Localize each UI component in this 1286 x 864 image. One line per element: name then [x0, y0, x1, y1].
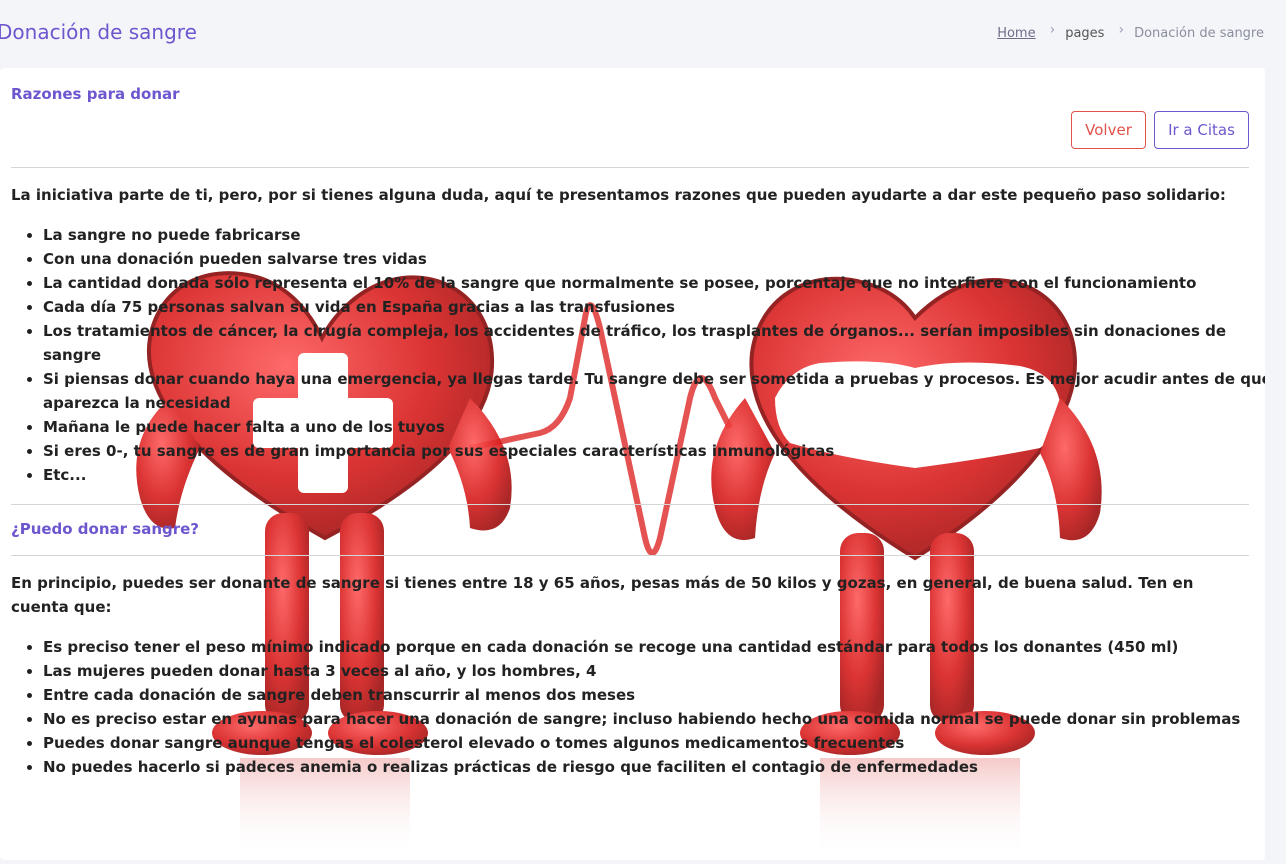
list-item: Con una donación pueden salvarse tres vi… [43, 247, 1265, 271]
requirements-list: Es preciso tener el peso mínimo indicado… [11, 635, 1265, 779]
breadcrumb-home-link[interactable]: Home [997, 26, 1035, 41]
list-item: Los tratamientos de cáncer, la cirugía c… [43, 319, 1265, 367]
page-title: Donación de sangre [0, 20, 197, 44]
section-title-reasons: Razones para donar [11, 85, 180, 103]
list-item: Si eres 0-, tu sangre es de gran importa… [43, 439, 1265, 463]
list-item: Entre cada donación de sangre deben tran… [43, 683, 1265, 707]
list-item: Mañana le puede hacer falta a uno de los… [43, 415, 1265, 439]
can-donate-intro: En principio, puedes ser donante de sang… [11, 574, 1194, 616]
divider [11, 167, 1249, 168]
list-item: Es preciso tener el peso mínimo indicado… [43, 635, 1265, 659]
reasons-list: La sangre no puede fabricarse Con una do… [11, 223, 1265, 487]
list-item: Cada día 75 personas salvan su vida en E… [43, 295, 1265, 319]
section-title-can-i-donate: ¿Puedo donar sangre? [11, 520, 200, 538]
top-bar: Donación de sangre Home › pages › Donaci… [0, 0, 1286, 68]
list-item: La sangre no puede fabricarse [43, 223, 1265, 247]
breadcrumb: Home › pages › Donación de sangre [997, 22, 1264, 41]
content: Razones para donar Volver Ir a Citas La … [0, 68, 1265, 860]
list-item: Puedes donar sangre aunque tengas el col… [43, 731, 1265, 755]
chevron-right-icon: › [1118, 22, 1125, 38]
go-to-appointments-button[interactable]: Ir a Citas [1154, 111, 1249, 149]
list-item: Etc... [43, 463, 1265, 487]
list-item: La cantidad donada sólo representa el 10… [43, 271, 1265, 295]
reasons-intro: La iniciativa parte de ti, pero, por si … [11, 186, 1226, 204]
scrollbar-track[interactable] [1265, 68, 1286, 864]
breadcrumb-current: Donación de sangre [1134, 25, 1264, 41]
list-item: Si piensas donar cuando haya una emergen… [43, 367, 1265, 415]
list-item: Las mujeres pueden donar hasta 3 veces a… [43, 659, 1265, 683]
breadcrumb-pages: pages [1065, 25, 1105, 41]
chevron-right-icon: › [1049, 22, 1056, 38]
content-card: Razones para donar Volver Ir a Citas La … [0, 68, 1265, 860]
divider [11, 555, 1249, 556]
divider [11, 504, 1249, 505]
back-button[interactable]: Volver [1071, 111, 1146, 149]
list-item: No es preciso estar en ayunas para hacer… [43, 707, 1265, 731]
list-item: No puedes hacerlo si padeces anemia o re… [43, 755, 1265, 779]
